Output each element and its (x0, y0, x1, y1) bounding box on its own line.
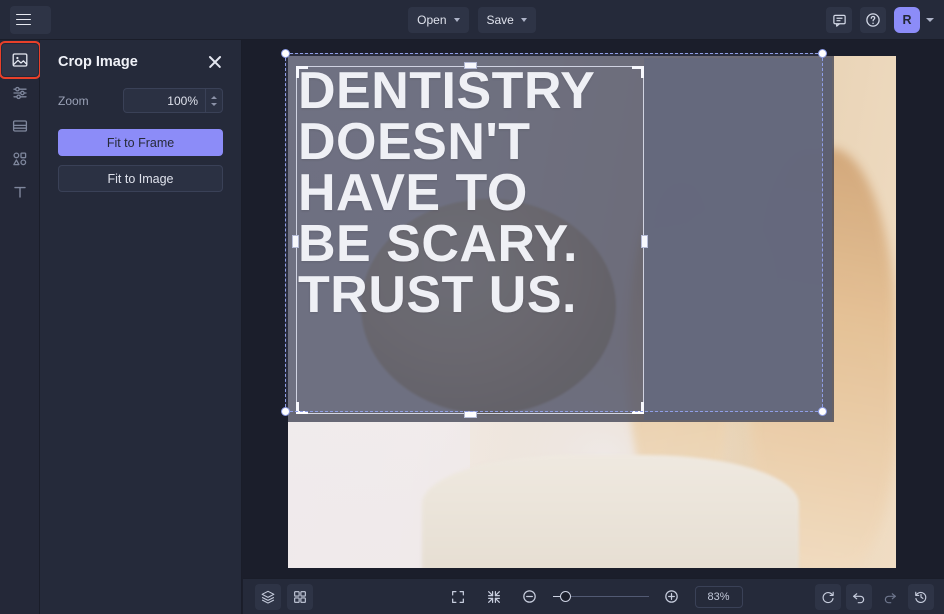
image-selection-box[interactable] (285, 53, 823, 412)
selection-handle-top-left[interactable] (281, 49, 290, 58)
chevron-down-icon (454, 18, 460, 22)
zoom-out-icon (521, 588, 538, 605)
zoom-row: Zoom 100% (58, 88, 223, 113)
app-header: Open Save (0, 0, 944, 40)
canvas-area[interactable]: DENTISTRY DOESN'T HAVE TO BE SCARY. TRUS… (243, 40, 944, 578)
save-button[interactable]: Save (478, 7, 536, 33)
collapse-icon (486, 589, 502, 605)
user-avatar[interactable]: R (894, 7, 920, 33)
avatar-initial: R (902, 13, 911, 27)
shapes-icon (11, 150, 29, 168)
fit-to-screen-button[interactable] (445, 584, 471, 610)
bottom-left-tools (255, 584, 313, 610)
open-button-label: Open (417, 13, 446, 27)
app-menu-button[interactable] (10, 6, 51, 34)
save-button-label: Save (487, 13, 514, 27)
frame-icon (11, 117, 29, 135)
undo-icon (851, 589, 867, 605)
zoom-level-display[interactable]: 83% (695, 586, 743, 608)
selection-handle-bottom-left[interactable] (281, 407, 290, 416)
tool-rail (0, 40, 40, 614)
chevron-up-icon[interactable] (211, 96, 217, 99)
redo-icon (882, 589, 898, 605)
bottom-toolbar: 83% (243, 578, 944, 614)
sidebar-item-layout[interactable] (2, 110, 38, 142)
redo-button[interactable] (877, 584, 903, 610)
crop-image-panel: Crop Image Zoom 100% Fit to Frame Fit to… (40, 40, 242, 614)
layers-button[interactable] (255, 584, 281, 610)
collapse-button[interactable] (481, 584, 507, 610)
help-circle-icon (865, 12, 881, 28)
undo-button[interactable] (846, 584, 872, 610)
zoom-in-icon (663, 588, 680, 605)
zoom-slider-track[interactable] (553, 596, 649, 598)
history-icon (913, 589, 929, 605)
header-actions: Open Save (0, 0, 944, 40)
close-icon[interactable] (207, 54, 223, 70)
zoom-input[interactable]: 100% (124, 89, 205, 112)
zoom-slider[interactable] (553, 596, 649, 598)
hamburger-icon[interactable] (16, 14, 31, 26)
help-button[interactable] (860, 7, 886, 33)
crop-handle-bottom[interactable] (464, 411, 477, 418)
sidebar-item-image[interactable] (2, 44, 38, 76)
reset-button[interactable] (815, 584, 841, 610)
panel-title: Crop Image (58, 54, 138, 70)
chevron-down-icon (521, 18, 527, 22)
fit-to-screen-icon (450, 589, 466, 605)
zoom-stepper[interactable]: 100% (123, 88, 223, 113)
comment-button[interactable] (826, 7, 852, 33)
fit-to-image-button[interactable]: Fit to Image (58, 165, 223, 192)
sidebar-item-shapes[interactable] (2, 143, 38, 175)
account-chevron-down-icon[interactable] (926, 18, 934, 22)
grid-button[interactable] (287, 584, 313, 610)
zoom-stepper-arrows (205, 89, 222, 112)
open-button[interactable]: Open (408, 7, 468, 33)
sliders-icon (11, 84, 29, 102)
selection-handle-top-right[interactable] (818, 49, 827, 58)
bottom-right-tools (815, 584, 934, 610)
history-button[interactable] (908, 584, 934, 610)
sidebar-item-text[interactable] (2, 176, 38, 208)
zoom-in-button[interactable] (659, 584, 685, 610)
comment-icon (832, 13, 847, 28)
reset-icon (820, 589, 836, 605)
selection-handle-bottom-right[interactable] (818, 407, 827, 416)
grid-icon (292, 589, 308, 605)
text-icon (11, 183, 29, 201)
zoom-label: Zoom (58, 94, 89, 108)
header-right-actions: R (826, 0, 936, 40)
sidebar-item-adjustments[interactable] (2, 77, 38, 109)
zoom-out-button[interactable] (517, 584, 543, 610)
zoom-slider-knob[interactable] (560, 591, 571, 602)
panel-header: Crop Image (58, 54, 223, 70)
image-icon (11, 51, 29, 69)
chevron-down-icon[interactable] (211, 103, 217, 106)
fit-to-frame-button[interactable]: Fit to Frame (58, 129, 223, 156)
layers-icon (260, 589, 276, 605)
